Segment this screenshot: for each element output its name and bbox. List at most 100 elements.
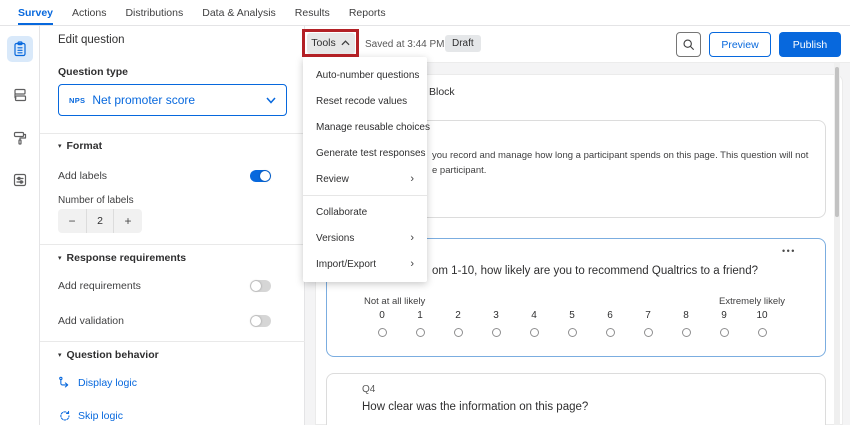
format-section-title: Format <box>67 140 103 152</box>
scrollbar-thumb[interactable] <box>835 67 839 217</box>
question-number: Q4 <box>362 384 375 395</box>
more-options-icon[interactable]: ••• <box>782 246 796 256</box>
stepper-minus-button[interactable]: − <box>58 209 86 233</box>
red-annotation-box: Tools <box>302 29 359 57</box>
radio-button[interactable] <box>378 328 387 337</box>
menu-item-import-export[interactable]: Import/Export › <box>303 251 427 277</box>
nav-tab-distributions[interactable]: Distributions <box>125 0 183 25</box>
scale-option-0: 0 <box>363 310 401 337</box>
stepper-plus-button[interactable]: + <box>114 209 142 233</box>
nav-tab-survey[interactable]: Survey <box>18 0 53 25</box>
scale-option-8: 8 <box>667 310 705 337</box>
tools-button-label: Tools <box>311 37 336 49</box>
survey-flow-icon[interactable] <box>7 82 33 108</box>
radio-button[interactable] <box>682 328 691 337</box>
top-nav: Survey Actions Distributions Data & Anal… <box>0 0 850 26</box>
add-validation-label: Add validation <box>58 315 124 327</box>
menu-item-generate-test-responses[interactable]: Generate test responses <box>303 140 427 166</box>
scale-right-label: Extremely likely <box>719 296 785 307</box>
preview-button[interactable]: Preview <box>709 32 771 57</box>
radio-button[interactable] <box>568 328 577 337</box>
radio-button[interactable] <box>454 328 463 337</box>
radio-button[interactable] <box>492 328 501 337</box>
radio-button[interactable] <box>416 328 425 337</box>
question-behavior-header[interactable]: ▾ Question behavior <box>58 349 159 361</box>
display-logic-label: Display logic <box>78 377 137 389</box>
scale-option-5: 5 <box>553 310 591 337</box>
menu-item-reset-recode-values[interactable]: Reset recode values <box>303 88 427 114</box>
response-requirements-title: Response requirements <box>67 252 187 264</box>
submenu-chevron-icon: › <box>410 232 414 244</box>
nav-tab-actions[interactable]: Actions <box>72 0 106 25</box>
nps-scale: 0 1 2 3 4 5 6 7 8 9 10 <box>363 310 781 337</box>
question-type-label: Question type <box>58 66 128 78</box>
submenu-chevron-icon: › <box>410 258 414 270</box>
nav-tab-reports[interactable]: Reports <box>349 0 386 25</box>
nps-badge: NPS <box>69 96 85 105</box>
block-title[interactable]: Block <box>429 86 455 98</box>
add-validation-toggle[interactable] <box>250 315 271 327</box>
nps-question-text[interactable]: om 1-10, how likely are you to recommend… <box>432 265 758 277</box>
scale-option-7: 7 <box>629 310 667 337</box>
scale-option-10: 10 <box>743 310 781 337</box>
number-of-labels-stepper: − 2 + <box>58 209 142 233</box>
add-labels-toggle[interactable] <box>250 170 271 182</box>
scale-left-label: Not at all likely <box>364 296 425 307</box>
search-button[interactable] <box>676 32 701 57</box>
scale-option-9: 9 <box>705 310 743 337</box>
toggle-knob <box>251 281 261 291</box>
draft-status-badge: Draft <box>445 35 481 52</box>
chevron-up-icon <box>341 40 350 46</box>
tools-button[interactable]: Tools <box>307 33 355 54</box>
radio-button[interactable] <box>530 328 539 337</box>
radio-button[interactable] <box>644 328 653 337</box>
survey-options-icon[interactable] <box>7 167 33 193</box>
format-section-header[interactable]: ▾ Format <box>58 140 102 152</box>
timing-question-description: you record and manage how long a partici… <box>432 148 812 178</box>
toggle-knob <box>251 316 261 326</box>
add-requirements-label: Add requirements <box>58 280 141 292</box>
radio-button[interactable] <box>606 328 615 337</box>
question-behavior-title: Question behavior <box>67 349 159 361</box>
menu-item-versions[interactable]: Versions › <box>303 225 427 251</box>
caret-down-icon: ▾ <box>58 351 62 359</box>
nav-tab-results[interactable]: Results <box>295 0 330 25</box>
scale-option-1: 1 <box>401 310 439 337</box>
search-icon <box>682 38 695 51</box>
saved-status-text: Saved at 3:44 PM <box>365 39 445 50</box>
question-type-value: Net promoter score <box>92 93 195 107</box>
look-and-feel-icon[interactable] <box>7 125 33 151</box>
skip-logic-icon <box>58 409 71 422</box>
nav-tab-data-analysis[interactable]: Data & Analysis <box>202 0 276 25</box>
qualtrics-survey-builder: Survey Actions Distributions Data & Anal… <box>0 0 850 425</box>
publish-button[interactable]: Publish <box>779 32 841 57</box>
scale-option-3: 3 <box>477 310 515 337</box>
scale-option-2: 2 <box>439 310 477 337</box>
display-logic-icon <box>58 376 71 389</box>
q4-question-text[interactable]: How clear was the information on this pa… <box>362 401 588 413</box>
question-type-select[interactable]: NPS Net promoter score <box>58 84 287 116</box>
divider <box>40 341 305 342</box>
caret-down-icon: ▾ <box>58 142 62 150</box>
menu-item-collaborate[interactable]: Collaborate <box>303 199 427 225</box>
divider <box>40 244 305 245</box>
toggle-knob <box>260 171 270 181</box>
response-requirements-header[interactable]: ▾ Response requirements <box>58 252 186 264</box>
survey-canvas: Tools Saved at 3:44 PM Draft Preview Pub… <box>305 26 850 425</box>
edit-question-panel: Edit question Question type NPS Net prom… <box>40 26 305 425</box>
submenu-chevron-icon: › <box>410 173 414 185</box>
scale-option-4: 4 <box>515 310 553 337</box>
display-logic-link[interactable]: Display logic <box>58 376 137 389</box>
skip-logic-link[interactable]: Skip logic <box>58 409 123 422</box>
radio-button[interactable] <box>720 328 729 337</box>
menu-divider <box>303 195 427 196</box>
add-requirements-toggle[interactable] <box>250 280 271 292</box>
menu-item-auto-number-questions[interactable]: Auto-number questions <box>303 62 427 88</box>
menu-item-manage-reusable-choices[interactable]: Manage reusable choices <box>303 114 427 140</box>
survey-builder-icon[interactable] <box>7 36 33 62</box>
left-icon-rail <box>0 26 40 425</box>
menu-item-review[interactable]: Review › <box>303 166 427 192</box>
add-labels-label: Add labels <box>58 170 107 182</box>
q4-question-card[interactable]: Q4 How clear was the information on this… <box>326 373 826 425</box>
radio-button[interactable] <box>758 328 767 337</box>
